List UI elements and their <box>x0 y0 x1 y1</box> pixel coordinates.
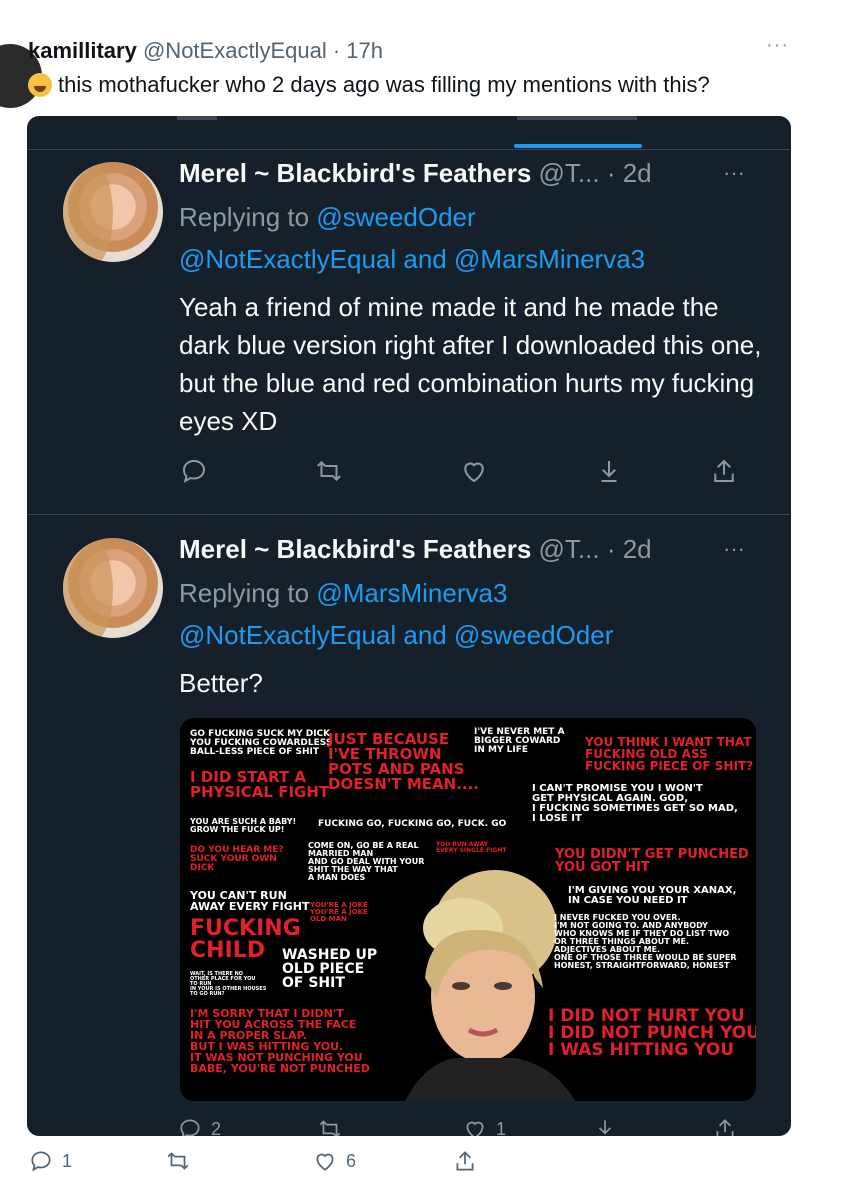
replying-label: Replying to <box>179 578 310 608</box>
quote-text: WAIT, IS THERE NO OTHER PLACE FOR YOU TO… <box>190 971 267 997</box>
quote-text: YOU CAN'T RUN AWAY EVERY FIGHT <box>190 889 310 913</box>
tab-border <box>27 149 791 150</box>
share-icon[interactable] <box>709 456 739 486</box>
active-tab-indicator <box>514 144 642 148</box>
quote-text: DO YOU HEAR ME? SUCK YOUR OWN DICK <box>190 845 284 873</box>
outer-display-name[interactable]: kamillitary <box>28 38 137 63</box>
mention-link[interactable]: @NotExactlyEqual <box>179 244 396 274</box>
reply-icon <box>31 1151 51 1172</box>
quote-text: WASHED UP OLD PIECE OF SHIT <box>282 947 378 991</box>
replying-to: Replying to @MarsMinerva3 @NotExactlyEqu… <box>179 572 613 656</box>
quote-text: I CAN'T PROMISE YOU I WON'T GET PHYSICAL… <box>532 783 738 824</box>
tweet-header: Merel ~ Blackbird's Feathers @T... · 2d <box>179 158 652 189</box>
like-button[interactable]: 6 <box>312 1148 356 1174</box>
handle-and-time[interactable]: @T... · 2d <box>539 534 652 564</box>
replying-and: and <box>403 620 447 650</box>
outer-tweet-text: this mothafucker who 2 days ago was fill… <box>58 72 710 97</box>
tweet-text: Yeah a friend of mine made it and he mad… <box>179 292 762 436</box>
retweet-icon <box>167 1152 189 1170</box>
quote-text: YOU'RE A JOKE YOU'RE A JOKE OLD MAN <box>310 901 368 923</box>
reply-count: 1 <box>62 1150 73 1171</box>
outer-separator: · <box>332 38 341 63</box>
download-icon[interactable] <box>592 1116 626 1136</box>
quote-text: JUST BECAUSE I'VE THROWN POTS AND PANS D… <box>328 730 479 793</box>
like-count: 6 <box>346 1150 357 1171</box>
mention-link[interactable]: @sweedOder <box>316 202 475 232</box>
quote-text: YOU RUN AWAY EVERY SINGLE FIGHT <box>436 841 507 854</box>
reply-count-partial[interactable]: 2 <box>177 1116 221 1136</box>
quote-text: YOU DIDN'T GET PUNCHED YOU GOT HIT <box>555 847 749 875</box>
download-icon[interactable] <box>594 456 624 486</box>
retweet-icon[interactable] <box>314 456 344 486</box>
tweet-actions <box>179 456 739 486</box>
tweet-text: Better? <box>179 668 263 698</box>
avatar[interactable] <box>63 538 163 638</box>
reply-icon[interactable] <box>179 456 209 486</box>
quote-text: COME ON, GO BE A REAL MARRIED MAN AND GO… <box>308 841 425 882</box>
quote-text: GO FUCKING SUCK MY DICK YOU FUCKING COWA… <box>190 729 333 757</box>
like-icon <box>316 1153 334 1171</box>
display-name[interactable]: Merel ~ Blackbird's Feathers <box>179 534 531 564</box>
mention-link[interactable]: @MarsMinerva3 <box>316 578 507 608</box>
like-icon[interactable] <box>459 456 489 486</box>
share-button[interactable] <box>452 1148 486 1174</box>
replying-label: Replying to <box>179 202 310 232</box>
outer-tweet-actions: 1 6 <box>0 1148 843 1184</box>
mention-link[interactable]: @NotExactlyEqual <box>179 620 396 650</box>
quote-text: FUCKING GO, FUCKING GO, FUCK. GO <box>318 819 507 829</box>
quote-text: YOU THINK I WANT THAT FUCKING OLD ASS FU… <box>585 735 754 773</box>
quote-text: I'VE NEVER MET A BIGGER COWARD IN MY LIF… <box>474 727 565 755</box>
like-count: 1 <box>496 1118 507 1137</box>
outer-timestamp[interactable]: 17h <box>346 38 383 63</box>
mention-link[interactable]: @sweedOder <box>454 620 613 650</box>
avatar[interactable] <box>63 162 163 262</box>
retweet-button[interactable] <box>165 1148 199 1174</box>
more-icon[interactable]: ··· <box>723 536 745 562</box>
display-name[interactable]: Merel ~ Blackbird's Feathers <box>179 158 531 188</box>
replying-and: and <box>403 244 447 274</box>
screenshot-bottom-actions: 2 1 <box>27 1116 791 1136</box>
reply-button[interactable]: 1 <box>28 1148 72 1174</box>
tab-fragment <box>177 116 217 120</box>
more-icon[interactable]: ··· <box>723 160 745 186</box>
like-count-partial[interactable]: 1 <box>462 1116 506 1136</box>
outer-tweet-header: kamillitary @NotExactlyEqual · 17h <box>28 38 383 64</box>
quote-text: I NEVER FUCKED YOU OVER. I'M NOT GOING T… <box>554 913 737 970</box>
outer-more-icon[interactable]: ··· <box>766 34 789 57</box>
tweet-divider <box>27 514 791 515</box>
share-icon <box>456 1151 474 1171</box>
reply-count: 2 <box>211 1118 222 1137</box>
outer-tweet-text-row: this mothafucker who 2 days ago was fill… <box>28 72 710 98</box>
quote-text: I'M GIVING YOU YOUR XANAX, IN CASE YOU N… <box>568 885 737 906</box>
replying-to: Replying to @sweedOder @NotExactlyEqual … <box>179 196 645 280</box>
grinning-squinting-emoji-icon <box>28 73 52 97</box>
quote-text: YOU ARE SUCH A BABY! GROW THE FUCK UP! <box>190 817 297 834</box>
outer-handle[interactable]: @NotExactlyEqual <box>143 38 327 63</box>
quote-collage-image[interactable]: GO FUCKING SUCK MY DICK YOU FUCKING COWA… <box>180 718 756 1101</box>
quote-text: I DID START A PHYSICAL FIGHT <box>190 768 330 801</box>
quote-text: I DID NOT HURT YOU I DID NOT PUNCH YOU I… <box>548 1006 756 1060</box>
tab-fragment-mentions <box>517 116 637 120</box>
portrait-image <box>405 870 575 1101</box>
embedded-screenshot: Merel ~ Blackbird's Feathers @T... · 2d … <box>27 116 791 1136</box>
share-icon[interactable] <box>712 1116 746 1136</box>
tweet-header: Merel ~ Blackbird's Feathers @T... · 2d <box>179 534 652 565</box>
handle-and-time[interactable]: @T... · 2d <box>539 158 652 188</box>
retweet-icon[interactable] <box>317 1116 351 1136</box>
mention-link[interactable]: @MarsMinerva3 <box>454 244 645 274</box>
quote-text: I'M SORRY THAT I DIDN'T HIT YOU ACROSS T… <box>190 1007 370 1075</box>
